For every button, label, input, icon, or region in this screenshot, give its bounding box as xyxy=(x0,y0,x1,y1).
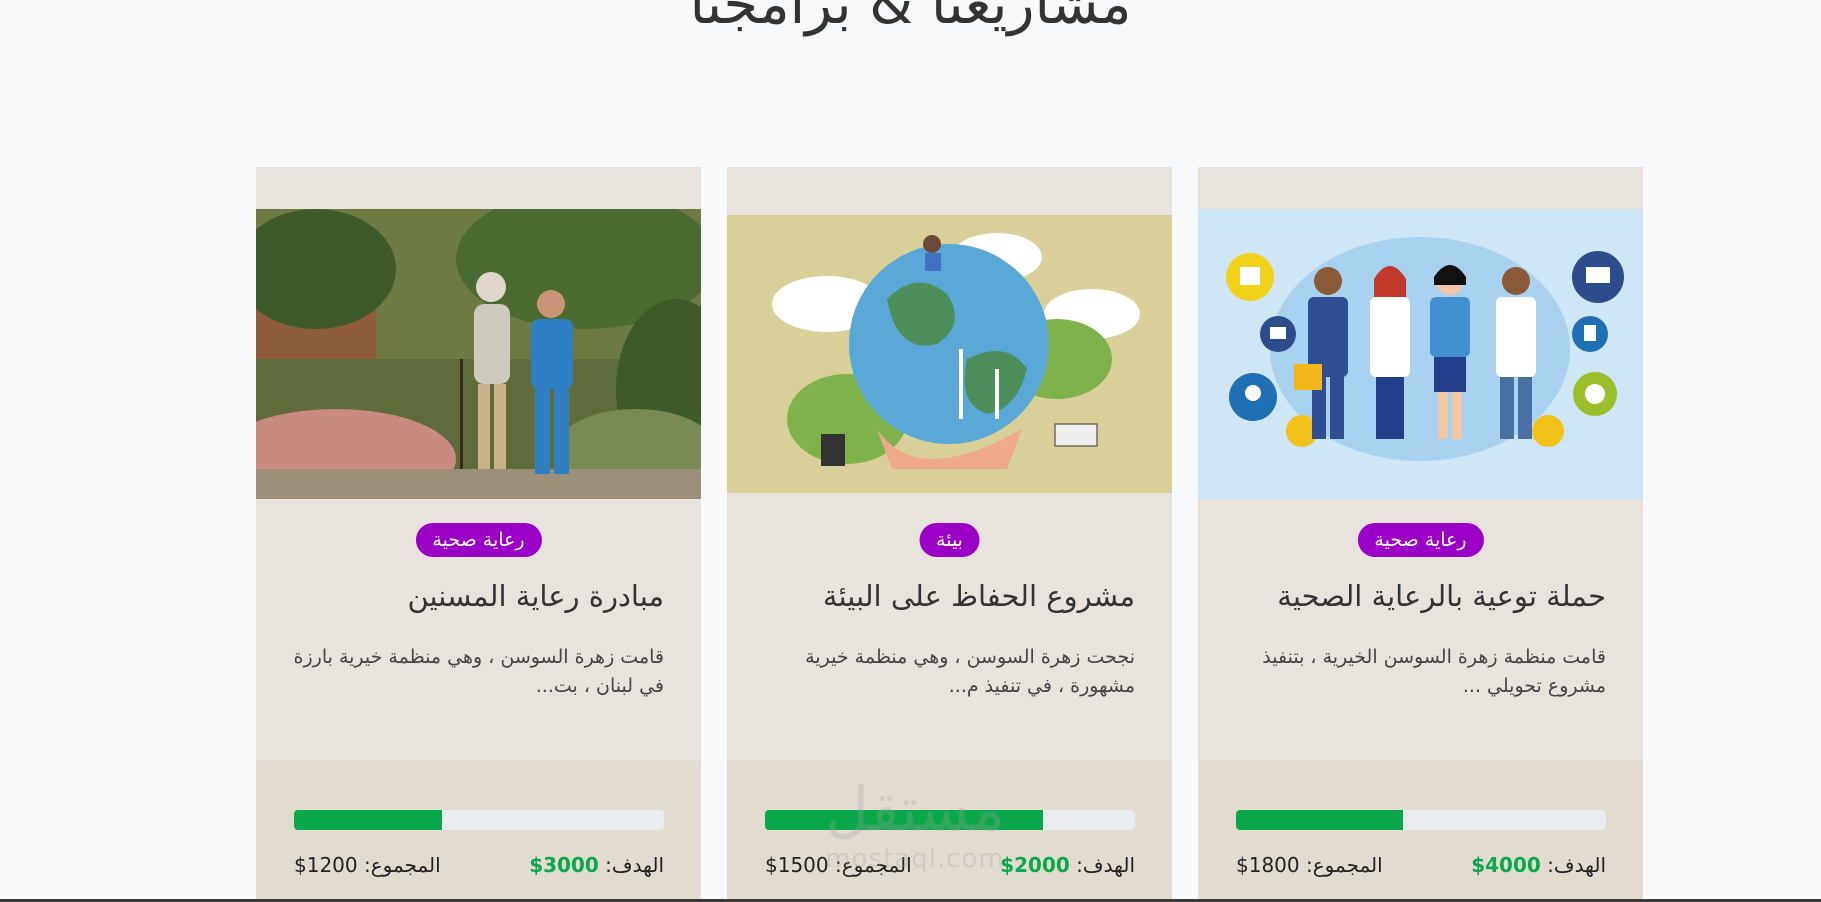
donation-stats: الهدف: 4000$ المجموع: 1800$ xyxy=(1236,853,1606,877)
donation-progress-fill xyxy=(1236,810,1403,830)
donation-stats: الهدف: 2000$ المجموع: 1500$ xyxy=(765,853,1135,877)
donation-progress-fill xyxy=(765,810,1043,830)
total-label: المجموع: xyxy=(835,853,912,877)
goal-label: الهدف: xyxy=(1547,853,1606,877)
donation-stats: الهدف: 3000$ المجموع: 1200$ xyxy=(294,853,664,877)
healthcare-team-illustration xyxy=(1198,209,1643,499)
goal-value: 3000$ xyxy=(529,853,599,877)
goal-value: 2000$ xyxy=(1000,853,1070,877)
total-label: المجموع: xyxy=(364,853,441,877)
donation-progress-bar xyxy=(765,810,1135,830)
category-badge[interactable]: رعاية صحية xyxy=(1357,523,1484,557)
elderly-care-photo xyxy=(256,209,701,499)
donation-footer: الهدف: 2000$ المجموع: 1500$ xyxy=(727,760,1172,902)
goal-amount: الهدف: 3000$ xyxy=(529,853,664,877)
project-card-healthcare-awareness[interactable]: رعاية صحية حملة توعية بالرعاية الصحية قا… xyxy=(1198,167,1643,902)
category-badge[interactable]: بيئة xyxy=(919,523,980,557)
project-description: قامت زهرة السوسن ، وهي منظمة خيرية بارزة… xyxy=(293,646,664,697)
project-description: نجحت زهرة السوسن ، وهي منظمة خيرية مشهور… xyxy=(805,646,1135,697)
total-label: المجموع: xyxy=(1306,853,1383,877)
project-title[interactable]: حملة توعية بالرعاية الصحية xyxy=(1277,579,1606,613)
donation-progress-bar xyxy=(294,810,664,830)
total-amount: المجموع: 1500$ xyxy=(765,853,912,877)
total-value: 1500$ xyxy=(765,853,829,877)
total-amount: المجموع: 1800$ xyxy=(1236,853,1383,877)
total-value: 1200$ xyxy=(294,853,358,877)
total-amount: المجموع: 1200$ xyxy=(294,853,441,877)
goal-value: 4000$ xyxy=(1471,853,1541,877)
donation-footer: الهدف: 3000$ المجموع: 1200$ xyxy=(256,760,701,902)
projects-grid: رعاية صحية حملة توعية بالرعاية الصحية قا… xyxy=(256,167,1643,902)
project-description: قامت منظمة زهرة السوسن الخيرية ، بتنفيذ … xyxy=(1262,646,1606,697)
project-title[interactable]: مشروع الحفاظ على البيئة xyxy=(823,579,1135,613)
project-card-elderly-care[interactable]: رعاية صحية مبادرة رعاية المسنين قامت زهر… xyxy=(256,167,701,902)
project-title[interactable]: مبادرة رعاية المسنين xyxy=(407,579,664,613)
donation-progress-bar xyxy=(1236,810,1606,830)
category-badge[interactable]: رعاية صحية xyxy=(415,523,542,557)
section-title: مشاريعنا & برامجنا xyxy=(689,0,1132,37)
project-card-environment[interactable]: بيئة مشروع الحفاظ على البيئة نجحت زهرة ا… xyxy=(727,167,1172,902)
goal-label: الهدف: xyxy=(605,853,664,877)
donation-footer: الهدف: 4000$ المجموع: 1800$ xyxy=(1198,760,1643,902)
earth-in-hands-illustration xyxy=(727,209,1172,499)
goal-label: الهدف: xyxy=(1076,853,1135,877)
total-value: 1800$ xyxy=(1236,853,1300,877)
donation-progress-fill xyxy=(294,810,442,830)
goal-amount: الهدف: 4000$ xyxy=(1471,853,1606,877)
goal-amount: الهدف: 2000$ xyxy=(1000,853,1135,877)
